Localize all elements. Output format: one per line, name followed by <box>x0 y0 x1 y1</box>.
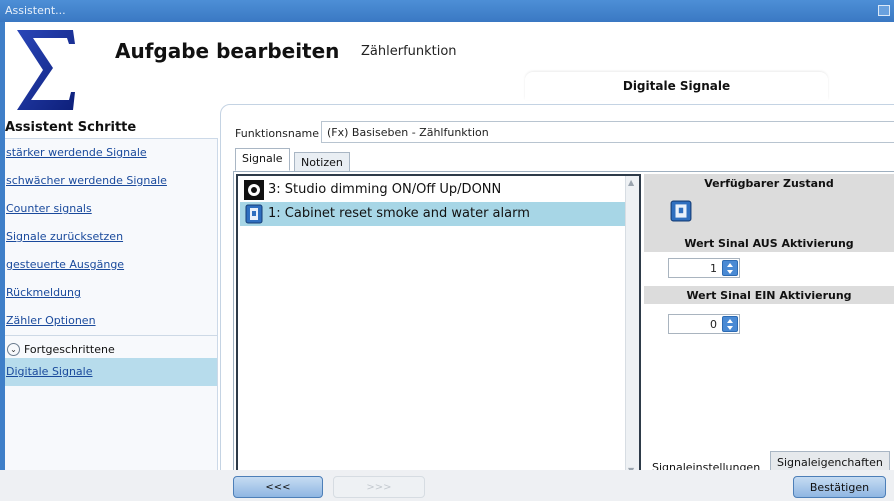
sidebar-title: Assistent Schritte <box>5 120 137 135</box>
page-title: Aufgabe bearbeiten <box>115 39 340 63</box>
spinner-icon[interactable] <box>722 260 738 276</box>
off-activation-label: Wert Sinal AUS Aktivierung <box>644 234 894 252</box>
sidebar-item-increasing-signals[interactable]: stärker werdende Signale <box>5 139 217 167</box>
sidebar-item-counter-signals[interactable]: Counter signals <box>5 195 217 223</box>
sigma-logo-icon <box>17 30 75 110</box>
function-name-label: Funktionsname <box>235 127 320 140</box>
restore-icon[interactable] <box>878 5 890 16</box>
sidebar-item-controlled-outputs[interactable]: gesteuerte Ausgänge <box>5 251 217 279</box>
function-name-input[interactable]: (Fx) Basiseben - Zählfunktion <box>321 121 894 143</box>
sidebar-item-counter-options[interactable]: Zähler Optionen <box>5 307 217 335</box>
on-value: 0 <box>710 318 717 331</box>
on-value-stepper[interactable]: 0 <box>668 314 740 334</box>
sidebar-item-digital-signals[interactable]: Digitale Signale <box>5 358 217 386</box>
dialog-frame: Aufgabe bearbeiten Zählerfunktion Digita… <box>0 22 894 501</box>
main-panel: Funktionsname (Fx) Basiseben - Zählfunkt… <box>220 104 894 492</box>
tab-signals[interactable]: Signale <box>235 148 290 171</box>
available-state-header: Verfügbarer Zustand <box>644 174 894 192</box>
signals-panel: 3: Studio dimming ON/Off Up/DONN 1: Cabi… <box>233 171 894 484</box>
footer-bar <box>0 470 894 501</box>
sidebar-item-decreasing-signals[interactable]: schwächer werdende Signale <box>5 167 217 195</box>
switch-icon <box>245 204 263 224</box>
available-state-area <box>644 192 894 234</box>
dimmer-icon <box>244 180 264 200</box>
section-tab: Digitale Signale <box>525 72 828 100</box>
sidebar: stärker werdende Signale schwächer werde… <box>5 138 218 485</box>
scroll-up-icon[interactable]: ▲ <box>628 178 634 187</box>
title-bar: Assistent... <box>0 0 894 22</box>
next-button[interactable]: >>> <box>333 476 425 498</box>
list-item[interactable]: 3: Studio dimming ON/Off Up/DONN <box>240 178 627 202</box>
list-scrollbar[interactable]: ▲ ▼ <box>625 176 639 477</box>
off-value: 1 <box>710 262 717 275</box>
off-value-stepper[interactable]: 1 <box>668 258 740 278</box>
tab-notes[interactable]: Notizen <box>294 152 350 172</box>
signal-label: 3: Studio dimming ON/Off Up/DONN <box>268 182 502 197</box>
on-activation-label: Wert Sinal EIN Aktivierung <box>644 286 894 304</box>
signal-label: 1: Cabinet reset smoke and water alarm <box>268 206 530 221</box>
list-item[interactable]: 1: Cabinet reset smoke and water alarm <box>240 202 627 226</box>
properties-panel: Verfügbarer Zustand Wert Sinal AUS Aktiv… <box>644 174 894 479</box>
window-title: Assistent... <box>5 4 66 17</box>
sidebar-item-feedback[interactable]: Rückmeldung <box>5 279 217 307</box>
chevron-down-icon: ⌄ <box>7 342 20 356</box>
advanced-toggle[interactable]: ⌄ Fortgeschrittene <box>5 335 217 358</box>
confirm-button[interactable]: Bestätigen <box>793 476 886 498</box>
page-subtitle: Zählerfunktion <box>361 44 457 59</box>
advanced-label: Fortgeschrittene <box>24 342 115 356</box>
spinner-icon[interactable] <box>722 316 738 332</box>
sidebar-item-reset-signals[interactable]: Signale zurücksetzen <box>5 223 217 251</box>
signal-list: 3: Studio dimming ON/Off Up/DONN 1: Cabi… <box>236 174 641 479</box>
tab-signal-properties[interactable]: Signaleigenchaften <box>770 451 890 471</box>
back-button[interactable]: <<< <box>233 476 323 498</box>
switch-icon[interactable] <box>670 200 692 222</box>
